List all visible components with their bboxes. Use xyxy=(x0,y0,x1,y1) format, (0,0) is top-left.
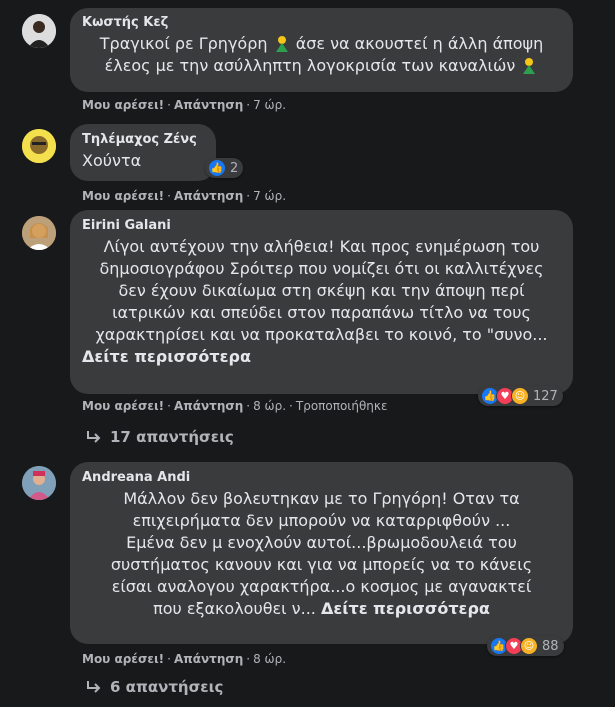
comment-bubble: Κωστής Κεζ Τραγικοί ρε Γρηγόρη άσε να ακ… xyxy=(70,8,573,92)
reactions-summary[interactable]: 👍 2 xyxy=(205,158,244,178)
comment-text-line: ιατρικών και σπεύδει στον παραπάνω τίτλο… xyxy=(112,303,531,322)
haha-icon: ☺ xyxy=(511,387,529,405)
avatar[interactable] xyxy=(22,216,56,250)
comment-bubble: Eirini Galani Λίγοι αντέχουν την αλήθεια… xyxy=(70,210,573,394)
avatar[interactable] xyxy=(22,129,56,163)
comment-actions: Μου αρέσει! · Απάντηση · 7 ώρ. xyxy=(82,189,287,203)
comment-text-line: δημοσιογράφου Σρόιτερ που νομίζει ότι οι… xyxy=(99,259,544,278)
like-action[interactable]: Μου αρέσει! xyxy=(82,652,164,666)
comment-text-line: Τραγικοί ρε Γρηγόρη xyxy=(99,34,268,53)
reaction-count: 2 xyxy=(230,160,239,176)
comment-author[interactable]: Eirini Galani xyxy=(82,218,561,234)
comment-author[interactable]: Τηλέμαχος Ζένς xyxy=(82,132,204,148)
reply-action[interactable]: Απάντηση xyxy=(174,189,243,203)
comment-actions: Μου αρέσει! · Απάντηση · 7 ώρ. xyxy=(82,98,287,112)
comment-text: Τραγικοί ρε Γρηγόρη άσε να ακουστεί η άλ… xyxy=(82,33,561,77)
comment-actions: Μου αρέσει! · Απάντηση · 8 ώρ. · Τροποποιήθηκε xyxy=(82,399,388,413)
comment-text-tail: που εξακολουθει ν... xyxy=(153,599,316,618)
comment-text-line: Λίγοι αντέχουν την αλήθεια! Και προς ενη… xyxy=(103,237,540,256)
replies-count: 6 απαντήσεις xyxy=(110,678,224,696)
comment-author[interactable]: Andreana Andi xyxy=(82,470,561,486)
comment-text-line: που εξακολουθει ν... Δείτε περισσότερα xyxy=(82,598,561,620)
like-action[interactable]: Μου αρέσει! xyxy=(82,399,164,413)
like-action[interactable]: Μου αρέσει! xyxy=(82,98,164,112)
comment-text-line: Εμένα δεν μ ενοχλούν αυτοί...βρωμοδουλει… xyxy=(126,533,517,552)
comment-bubble: Andreana Andi Μάλλον δεν βολευτηκαν με τ… xyxy=(70,462,573,644)
avatar[interactable] xyxy=(22,14,56,48)
like-icon: 👍 xyxy=(208,159,226,177)
comment-text-line: δεν έχουν δικαίωμα στη σκέψη και την άπο… xyxy=(118,281,525,300)
comment-text-line: επιχειρήματα δεν μπορούν να καταρριφθούν… xyxy=(132,511,511,530)
comment-text-line: άσε να ακουστεί η άλλη άποψη xyxy=(295,34,544,53)
reply-arrow-icon xyxy=(87,681,101,693)
person-gesturing-no-icon xyxy=(273,34,291,52)
comment-bubble: Τηλέμαχος Ζένς Χούντα xyxy=(70,124,216,181)
person-gesturing-no-icon xyxy=(520,56,538,74)
reply-action[interactable]: Απάντηση xyxy=(174,399,243,413)
reactions-summary[interactable]: 👍 ♥ ☺ 88 xyxy=(487,636,564,656)
reaction-count: 88 xyxy=(542,638,559,654)
edited-label[interactable]: Τροποποιήθηκε xyxy=(296,399,388,413)
reactions-summary[interactable]: 👍 ♥ ☺ 127 xyxy=(478,386,563,406)
reply-action[interactable]: Απάντηση xyxy=(174,652,243,666)
comment-text-line: είσαι αναλογου χαρακτήρα...ο κοσμος με α… xyxy=(111,577,532,596)
care-icon: ☺ xyxy=(520,637,538,655)
see-more-link[interactable]: Δείτε περισσότερα xyxy=(82,346,561,368)
comment-text-line: Μάλλον δεν βολευτηκαν με το Γρηγόρη! Οτα… xyxy=(123,489,520,508)
replies-count: 17 απαντήσεις xyxy=(110,428,234,446)
timestamp[interactable]: 8 ώρ. xyxy=(253,399,286,413)
comment-author[interactable]: Κωστής Κεζ xyxy=(82,15,561,31)
comment-text-line: έλεος με την ασύλληπτη λογοκρισία των κα… xyxy=(104,56,516,75)
avatar[interactable] xyxy=(22,466,56,500)
comment-actions: Μου αρέσει! · Απάντηση · 8 ώρ. xyxy=(82,652,287,666)
reply-action[interactable]: Απάντηση xyxy=(174,98,243,112)
like-action[interactable]: Μου αρέσει! xyxy=(82,189,164,203)
timestamp[interactable]: 7 ώρ. xyxy=(253,189,286,203)
comment-text: Χούντα xyxy=(82,151,142,170)
comment-text-line: συστήματος κανουν και για να μπορείς να … xyxy=(110,555,533,574)
reply-arrow-icon xyxy=(87,431,101,443)
view-replies-button[interactable]: 17 απαντήσεις xyxy=(86,428,234,446)
timestamp[interactable]: 7 ώρ. xyxy=(253,98,286,112)
comment-text: Μάλλον δεν βολευτηκαν με το Γρηγόρη! Οτα… xyxy=(82,488,561,620)
see-more-link[interactable]: Δείτε περισσότερα xyxy=(321,599,490,618)
comment-text-line: χαρακτηρίσει και να προκαταλαβει το κοιν… xyxy=(95,325,548,344)
reaction-count: 127 xyxy=(533,388,558,404)
view-replies-button[interactable]: 6 απαντήσεις xyxy=(86,678,223,696)
timestamp[interactable]: 8 ώρ. xyxy=(253,652,286,666)
comment-text: Λίγοι αντέχουν την αλήθεια! Και προς ενη… xyxy=(82,236,561,346)
